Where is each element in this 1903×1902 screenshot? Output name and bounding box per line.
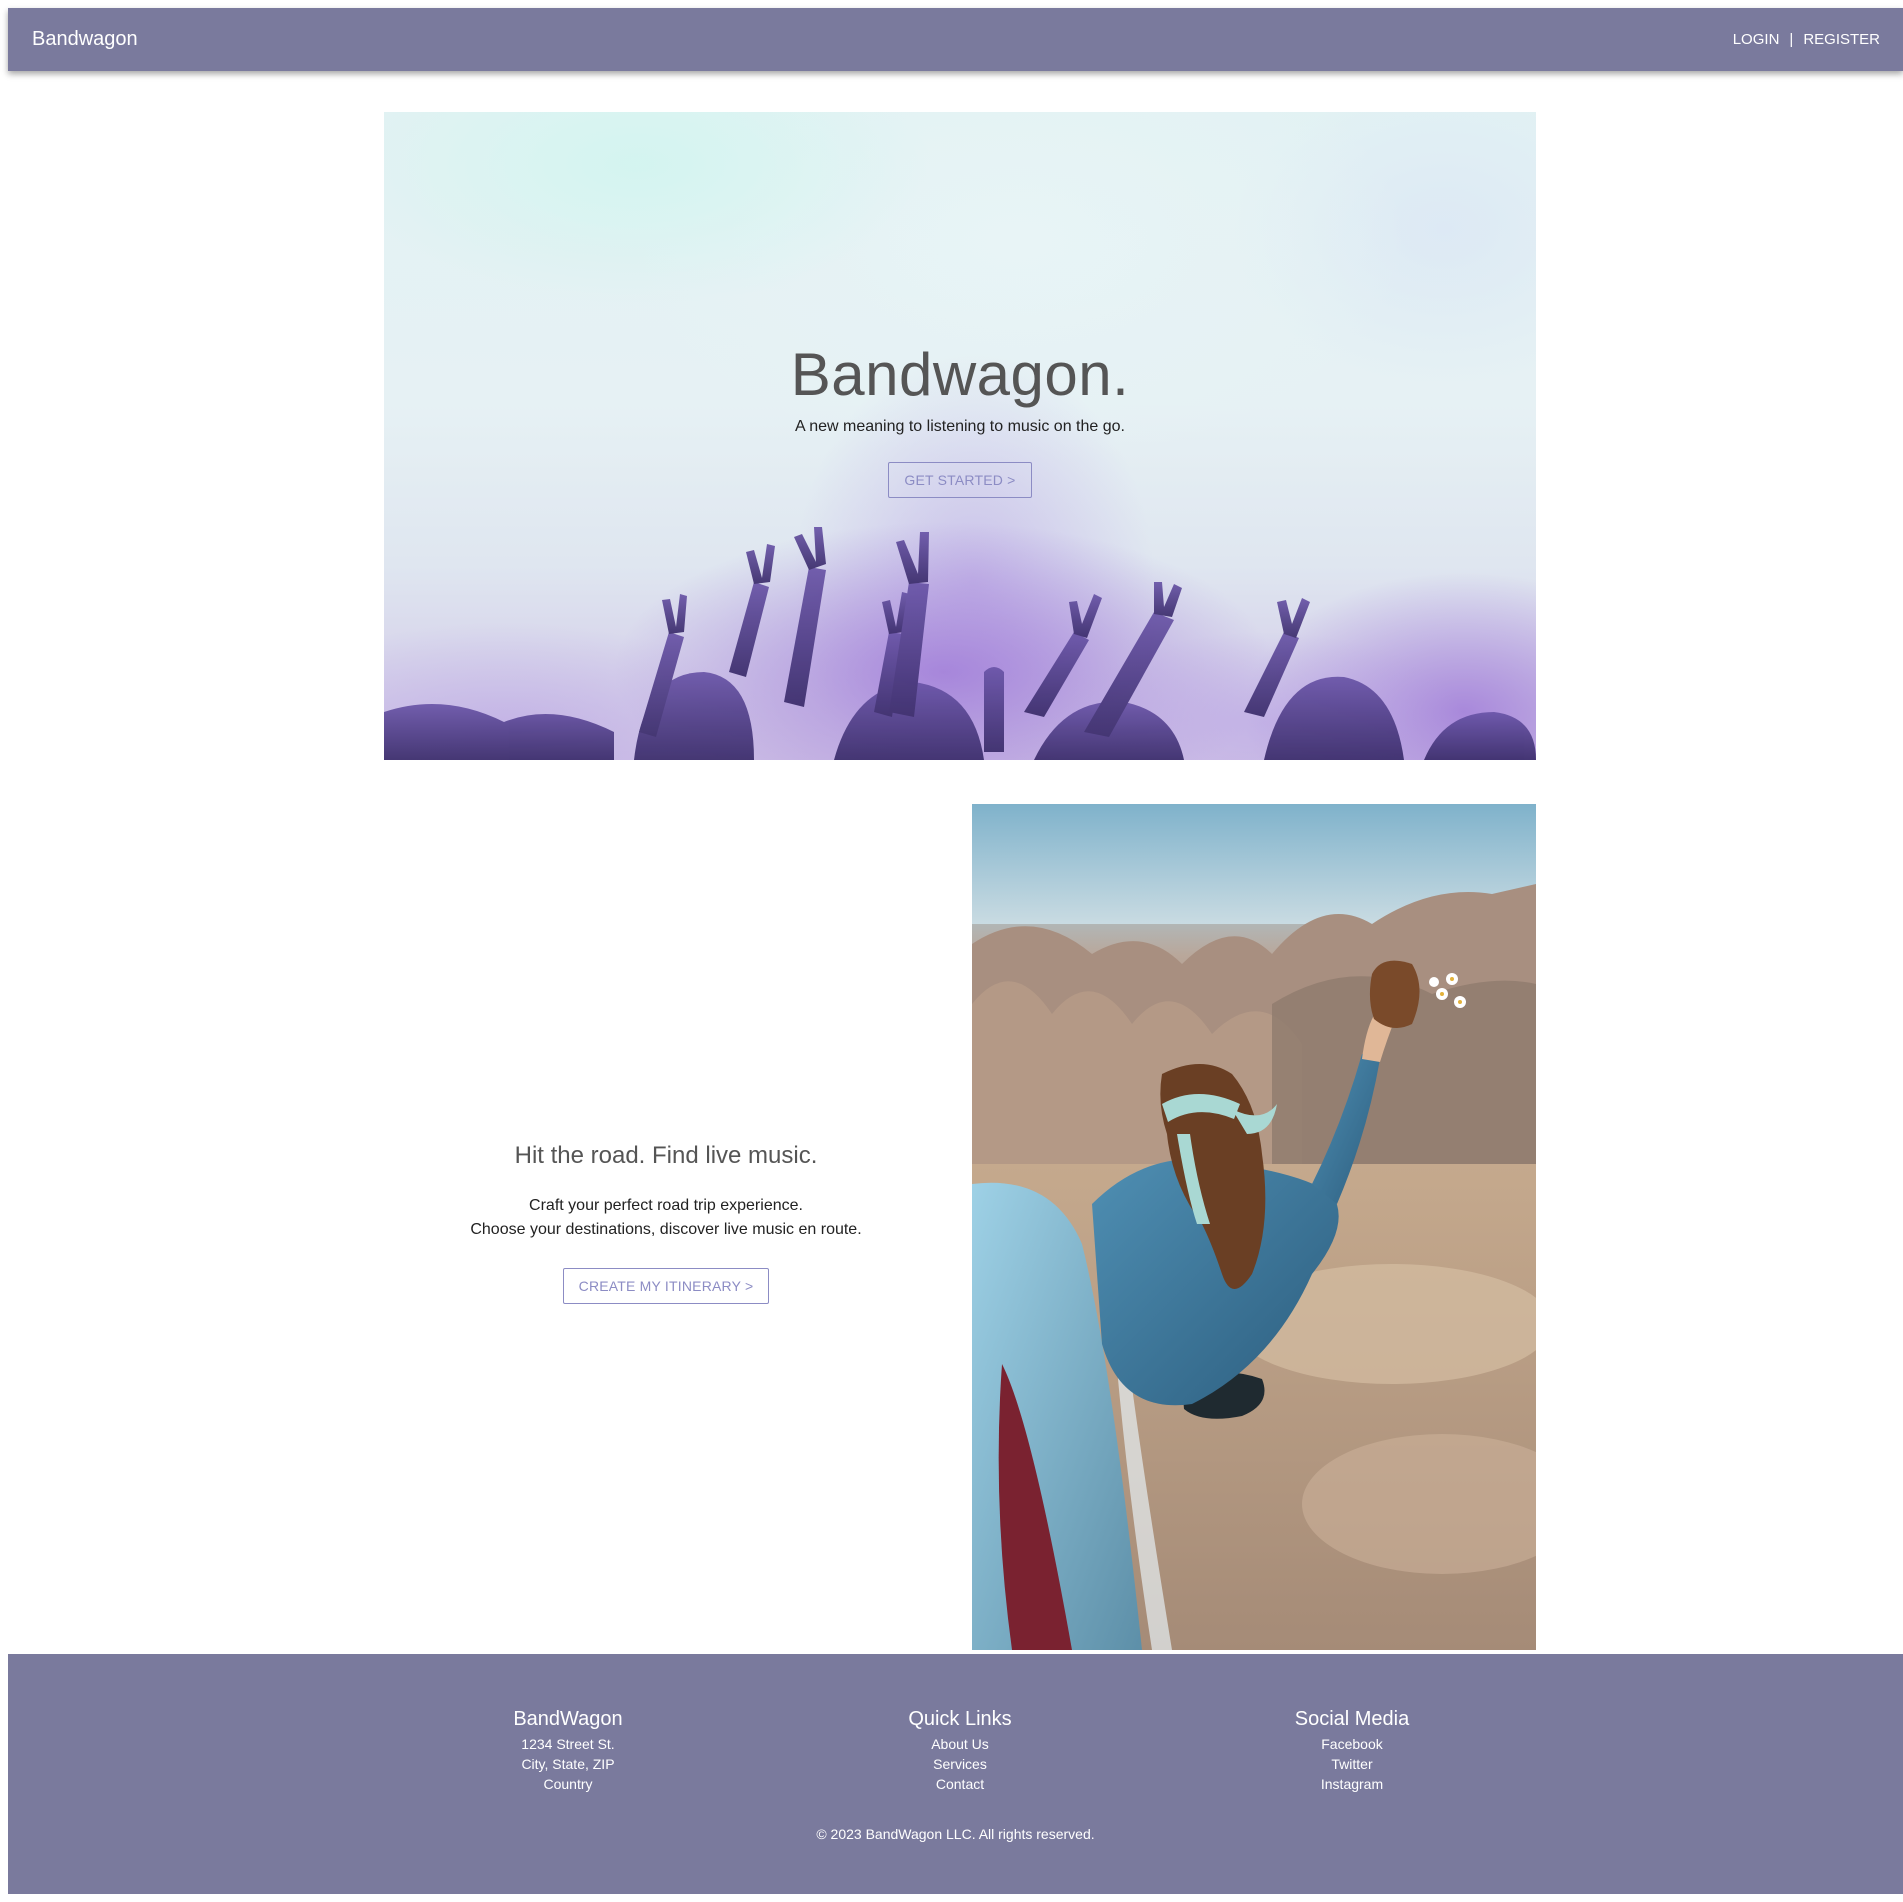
footer-link-contact[interactable]: Contact: [810, 1774, 1110, 1794]
hero-title: Bandwagon.: [790, 341, 1130, 408]
footer-columns: BandWagon 1234 Street St. City, State, Z…: [8, 1706, 1903, 1816]
footer-company-column: BandWagon 1234 Street St. City, State, Z…: [418, 1706, 718, 1794]
nav-links: LOGIN | REGISTER: [1733, 31, 1880, 48]
footer-link-instagram[interactable]: Instagram: [1202, 1774, 1502, 1794]
footer-address-line-2: City, State, ZIP: [521, 1756, 615, 1772]
hero-subtitle: A new meaning to listening to music on t…: [795, 418, 1125, 435]
get-started-button[interactable]: GET STARTED >: [888, 462, 1032, 498]
feature-line-2: Choose your destinations, discover live …: [470, 1221, 862, 1238]
create-itinerary-button[interactable]: CREATE MY ITINERARY >: [562, 1268, 770, 1304]
hero-content: Bandwagon. A new meaning to listening to…: [384, 340, 1536, 498]
hero-section: Bandwagon. A new meaning to listening to…: [384, 112, 1536, 760]
navbar: Bandwagon LOGIN | REGISTER: [8, 8, 1903, 71]
brand-logo-link[interactable]: Bandwagon: [32, 28, 138, 51]
feature-title: Hit the road. Find live music.: [514, 1142, 818, 1169]
footer-link-twitter[interactable]: Twitter: [1202, 1754, 1502, 1774]
footer-social-heading: Social Media: [1294, 1708, 1410, 1730]
nav-separator: |: [1789, 31, 1794, 48]
road-trip-illustration: [972, 804, 1536, 1650]
footer-link-about-us[interactable]: About Us: [810, 1734, 1110, 1754]
footer-link-facebook[interactable]: Facebook: [1202, 1734, 1502, 1754]
login-link[interactable]: LOGIN: [1733, 31, 1780, 48]
footer: BandWagon 1234 Street St. City, State, Z…: [8, 1654, 1903, 1894]
footer-quick-links-heading: Quick Links: [908, 1708, 1012, 1730]
footer-company-heading: BandWagon: [513, 1708, 623, 1730]
feature-description: Craft your perfect road trip experience.…: [384, 1194, 948, 1242]
road-trip-image: [972, 804, 1536, 1650]
feature-line-1: Craft your perfect road trip experience.: [529, 1197, 803, 1214]
copyright-text: © 2023 BandWagon LLC. All rights reserve…: [816, 1826, 1095, 1842]
footer-link-services[interactable]: Services: [810, 1754, 1110, 1774]
footer-address-line-1: 1234 Street St.: [521, 1736, 615, 1752]
footer-quick-links-column: Quick Links About Us Services Contact: [810, 1706, 1110, 1794]
footer-social-column: Social Media Facebook Twitter Instagram: [1202, 1706, 1502, 1794]
feature-text-block: Hit the road. Find live music. Craft you…: [384, 1142, 948, 1304]
register-link[interactable]: REGISTER: [1803, 31, 1880, 48]
footer-address-line-3: Country: [543, 1776, 593, 1792]
